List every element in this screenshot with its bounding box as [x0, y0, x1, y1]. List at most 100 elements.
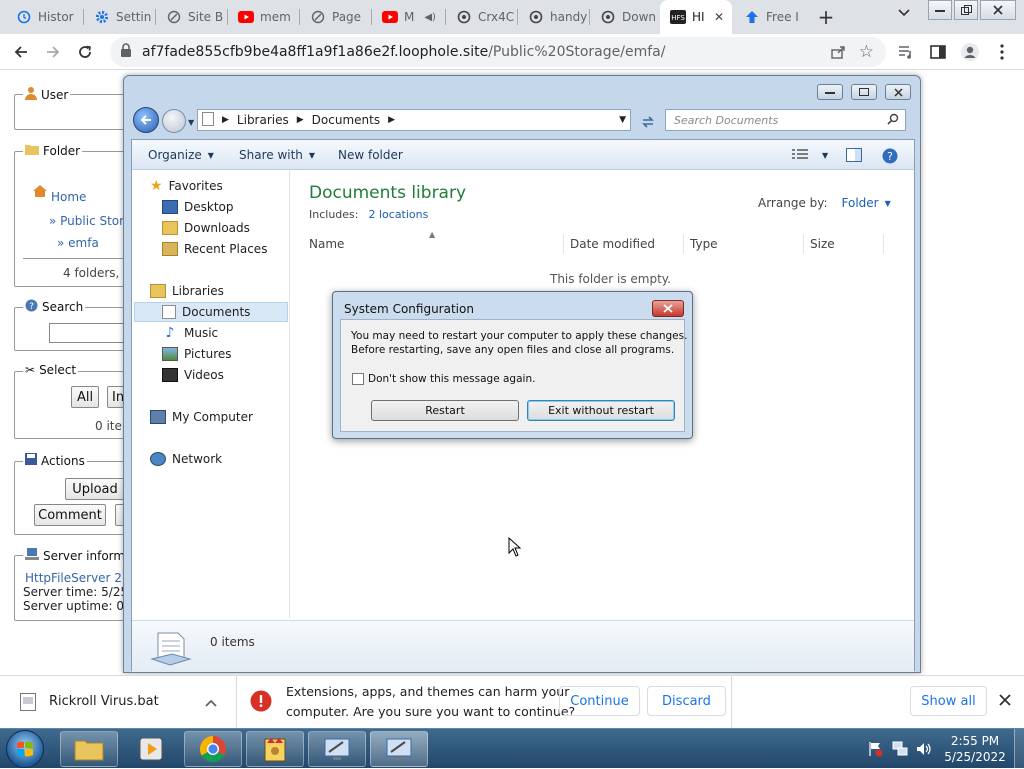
new-folder-button[interactable]: New folder — [338, 148, 403, 162]
tab-settings[interactable]: Settin — [84, 0, 154, 34]
organize-menu[interactable]: Organize ▼ — [148, 148, 214, 162]
tab-page[interactable]: Page — [300, 0, 370, 34]
dont-show-again-label[interactable]: Don't show this message again. — [368, 373, 535, 385]
back-button[interactable] — [8, 39, 34, 65]
minimize-window-button[interactable] — [928, 0, 952, 20]
column-type[interactable]: Type — [690, 237, 718, 251]
explorer-maximize-button[interactable] — [851, 84, 877, 100]
nav-music[interactable]: ♪ Music — [162, 323, 219, 343]
arrange-by-dropdown[interactable]: Folder ▼ — [842, 196, 891, 210]
documents-icon — [162, 305, 176, 319]
profile-avatar-icon[interactable] — [958, 40, 982, 64]
explorer-minimize-button[interactable] — [817, 84, 843, 100]
restore-window-button[interactable] — [954, 0, 978, 20]
explorer-forward-button[interactable] — [162, 109, 186, 133]
dont-show-again-checkbox[interactable] — [352, 373, 364, 385]
tab-download[interactable]: Down — [590, 0, 660, 34]
tab-youtube[interactable]: mem — [228, 0, 298, 34]
view-options-menu[interactable]: ▼ — [792, 148, 828, 163]
tab-hfs-active[interactable]: HFS HI ✕ — [660, 0, 732, 34]
select-all-button[interactable]: All — [71, 386, 99, 408]
taskbar-chrome[interactable] — [184, 731, 242, 767]
address-dropdown-icon[interactable]: ▼ — [619, 115, 626, 125]
nav-libraries[interactable]: Libraries — [150, 281, 224, 301]
nav-desktop[interactable]: Desktop — [162, 197, 234, 217]
tab-history[interactable]: Histor — [6, 0, 82, 34]
column-name[interactable]: Name — [309, 237, 344, 251]
start-button[interactable] — [6, 730, 44, 768]
warning-line2: computer. Are you sure you want to conti… — [286, 704, 576, 719]
download-chevron-icon[interactable] — [205, 696, 217, 710]
help-icon: ? — [25, 299, 38, 315]
discard-button[interactable]: Discard — [647, 686, 726, 716]
home-link[interactable]: Home — [51, 190, 86, 204]
show-desktop-button[interactable] — [1014, 729, 1024, 769]
lock-icon[interactable] — [120, 43, 132, 61]
reload-button[interactable] — [72, 39, 98, 65]
close-tab-icon[interactable]: ✕ — [714, 10, 724, 24]
tab-youtube-audio[interactable]: M ◀) — [372, 0, 444, 34]
close-download-shelf-icon[interactable] — [998, 693, 1012, 710]
speaker-icon[interactable]: ◀) — [424, 12, 436, 23]
breadcrumb-libraries[interactable]: Libraries — [237, 113, 289, 127]
breadcrumb-emfa[interactable]: » emfa — [57, 236, 99, 250]
share-icon[interactable] — [830, 44, 846, 64]
show-all-button[interactable]: Show all — [910, 686, 987, 716]
restart-button[interactable]: Restart — [371, 400, 519, 421]
explorer-search-box[interactable]: Search Documents — [665, 109, 906, 131]
side-panel-icon[interactable] — [926, 40, 950, 64]
tray-flag-alert-icon[interactable] — [868, 741, 883, 760]
dialog-close-button[interactable] — [652, 300, 684, 317]
tray-volume-icon[interactable] — [916, 741, 932, 760]
download-item[interactable]: Rickroll Virus.bat — [0, 676, 236, 728]
tab-free[interactable]: Free I — [734, 0, 806, 34]
magnifier-icon[interactable] — [887, 113, 899, 128]
nav-documents-selected[interactable]: Documents — [134, 302, 288, 322]
home-icon — [33, 184, 47, 200]
nav-pictures[interactable]: Pictures — [162, 344, 232, 364]
nav-recent-places[interactable]: Recent Places — [162, 239, 267, 259]
floppy-disk-icon — [25, 453, 37, 468]
hfs-version-link[interactable]: HttpFileServer 2.3 — [25, 571, 135, 585]
nav-downloads[interactable]: Downloads — [162, 218, 250, 238]
taskbar-media-player[interactable] — [122, 731, 180, 767]
help-icon[interactable]: ? — [882, 148, 898, 164]
browser-menu-icon[interactable] — [990, 40, 1014, 64]
address-bar[interactable]: af7fade855cfb9be4a8ff1a9f1a86e2f.loophol… — [110, 37, 886, 67]
taskbar-hfs-app[interactable] — [246, 731, 304, 767]
share-with-menu[interactable]: Share with ▼ — [239, 148, 315, 162]
taskbar-msconfig-active[interactable] — [370, 731, 428, 767]
continue-button[interactable]: Continue — [559, 686, 640, 716]
tab-crx4c[interactable]: Crx4C — [446, 0, 516, 34]
nav-videos[interactable]: Videos — [162, 365, 224, 385]
tab-handy[interactable]: handy — [518, 0, 588, 34]
column-date-modified[interactable]: Date modified — [570, 237, 655, 251]
media-queue-icon[interactable] — [894, 40, 918, 64]
tray-time[interactable]: 2:55 PM — [940, 734, 1010, 748]
forward-button[interactable] — [40, 39, 66, 65]
taskbar-explorer[interactable] — [60, 731, 118, 767]
comment-button[interactable]: Comment — [34, 504, 106, 526]
tray-network-icon[interactable] — [892, 741, 908, 760]
breadcrumb-documents[interactable]: Documents — [312, 113, 380, 127]
tab-site[interactable]: Site B — [156, 0, 226, 34]
preview-pane-icon[interactable] — [846, 148, 862, 162]
refresh-icon[interactable] — [637, 112, 659, 132]
taskbar-msconfig[interactable] — [308, 731, 366, 767]
tray-date[interactable]: 5/25/2022 — [940, 750, 1010, 764]
nav-network[interactable]: Network — [150, 449, 222, 469]
history-dropdown-icon[interactable]: ▼ — [188, 118, 194, 127]
close-window-button[interactable] — [980, 0, 1016, 20]
explorer-close-button[interactable] — [885, 84, 911, 100]
upload-button[interactable]: Upload — [65, 478, 125, 500]
nav-favorites[interactable]: ★ Favorites — [150, 176, 223, 196]
includes-locations-link[interactable]: 2 locations — [368, 208, 428, 221]
column-size[interactable]: Size — [810, 237, 835, 251]
nav-my-computer[interactable]: My Computer — [150, 407, 253, 427]
explorer-back-button[interactable] — [133, 107, 159, 133]
bookmark-star-icon[interactable]: ☆ — [859, 42, 874, 62]
explorer-address-bar[interactable]: ▶ Libraries ▶ Documents ▶ ▼ — [197, 109, 631, 131]
new-tab-button[interactable]: + — [812, 4, 840, 30]
exit-without-restart-button[interactable]: Exit without restart — [527, 400, 675, 421]
tab-search-chevron-icon[interactable] — [892, 6, 916, 28]
